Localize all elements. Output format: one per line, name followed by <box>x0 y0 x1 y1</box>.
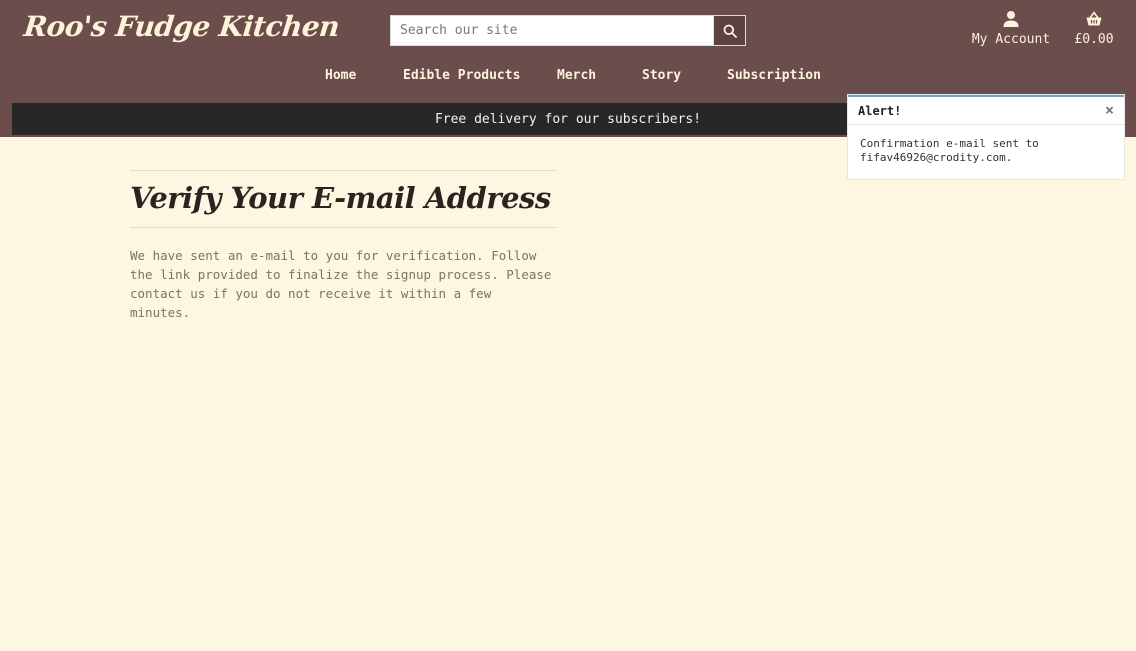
main-nav: Home Edible Products Merch Story Subscri… <box>0 68 1136 88</box>
my-account-label: My Account <box>971 32 1051 47</box>
divider-top <box>130 170 557 171</box>
alert-toast: Alert! × Confirmation e-mail sent to fif… <box>848 95 1124 179</box>
page-title: Verify Your E-mail Address <box>130 181 551 215</box>
verification-message: We have sent an e-mail to you for verifi… <box>130 248 552 320</box>
divider-bottom <box>130 227 557 228</box>
alert-header: Alert! × <box>848 97 1124 125</box>
search-button[interactable] <box>713 15 746 46</box>
alert-message: Confirmation e-mail sent to fifav46926@c… <box>860 137 1039 164</box>
user-icon <box>1003 11 1019 27</box>
basket-icon <box>1086 11 1102 26</box>
nav-subscription[interactable]: Subscription <box>727 68 821 83</box>
basket-link[interactable]: £0.00 <box>1070 10 1118 47</box>
nav-merch[interactable]: Merch <box>557 68 596 83</box>
search-bar <box>390 15 746 46</box>
my-account-link[interactable]: My Account <box>970 10 1052 47</box>
alert-title: Alert! <box>858 103 902 118</box>
search-icon <box>723 24 737 38</box>
close-icon[interactable]: × <box>1105 103 1114 118</box>
nav-story[interactable]: Story <box>642 68 681 83</box>
nav-edible-products[interactable]: Edible Products <box>403 68 520 83</box>
site-logo[interactable]: Roo's Fudge Kitchen <box>22 10 341 43</box>
verify-email-section: Verify Your E-mail Address We have sent … <box>130 170 557 322</box>
basket-total: £0.00 <box>1074 32 1114 47</box>
search-input[interactable] <box>390 15 713 46</box>
nav-home[interactable]: Home <box>325 68 356 83</box>
